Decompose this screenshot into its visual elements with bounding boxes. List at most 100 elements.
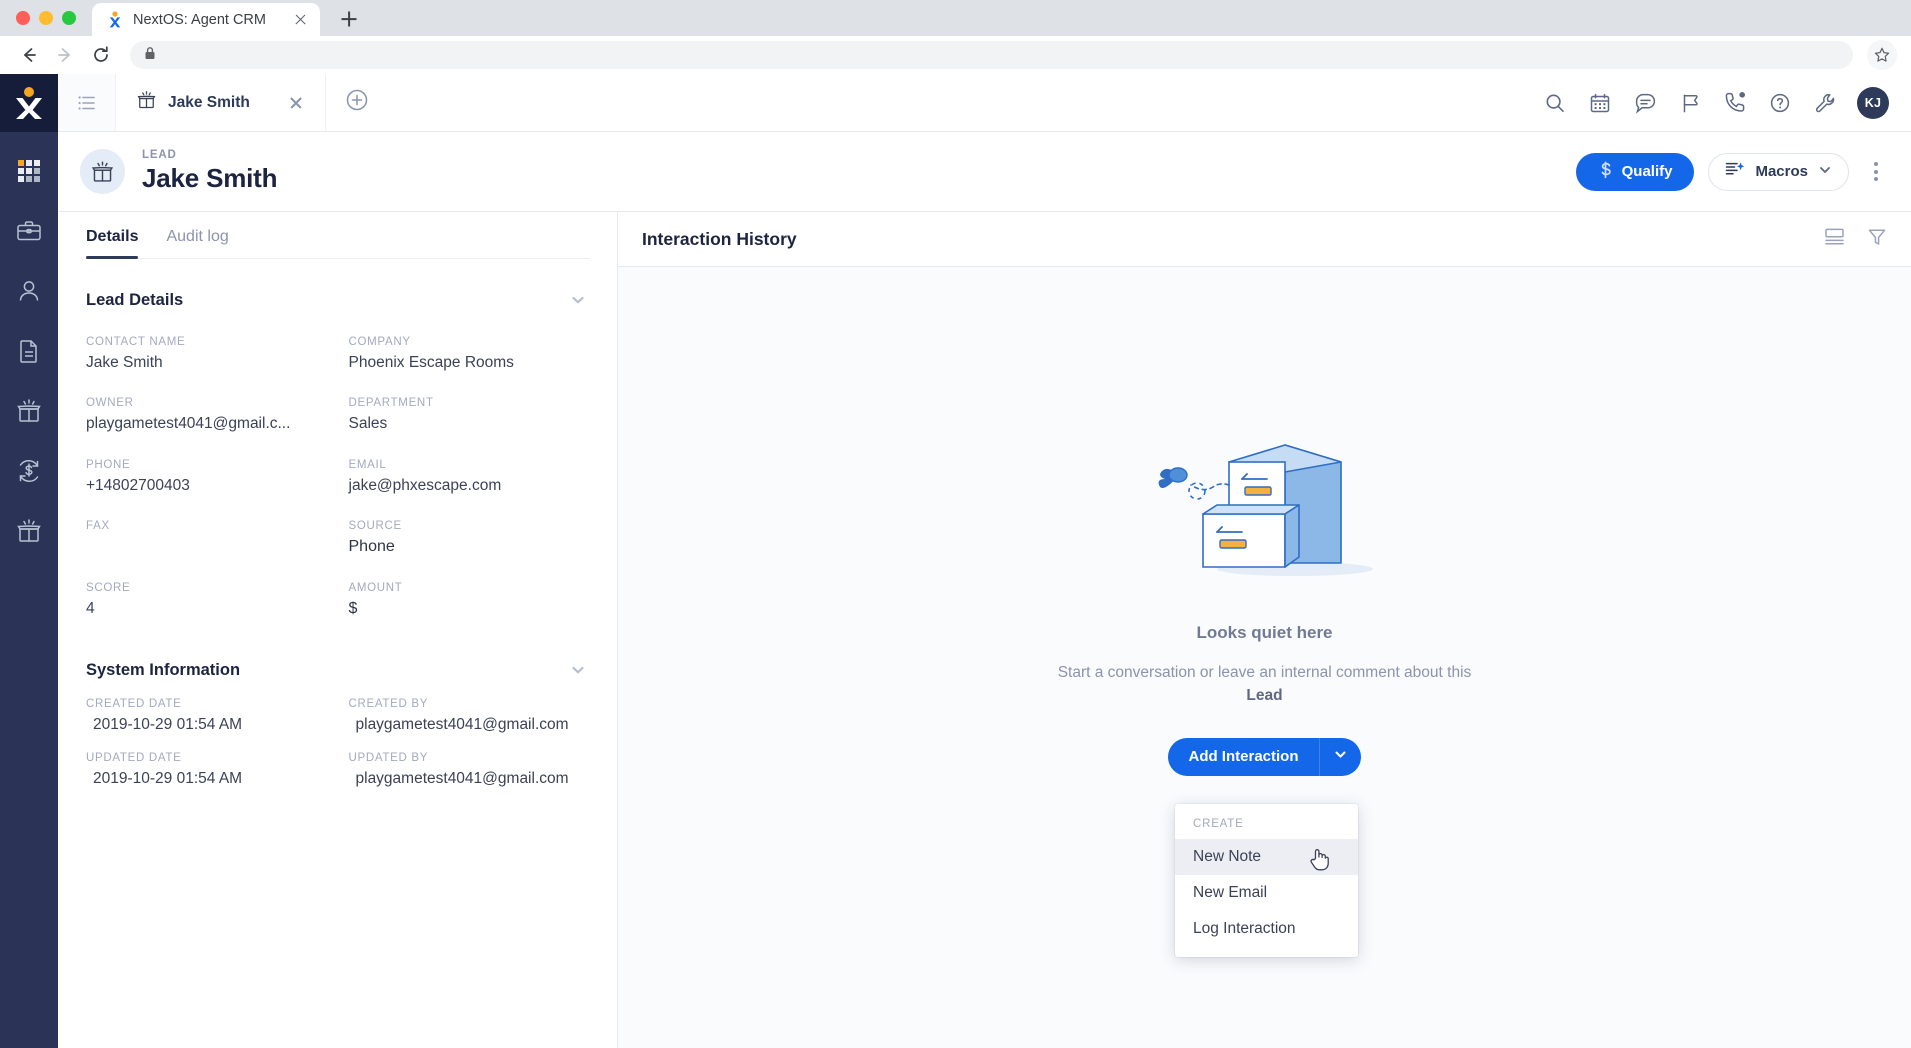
details-panel: Details Audit log Lead Details CONTACT N… <box>58 212 618 1048</box>
lead-details-section-header[interactable]: Lead Details <box>86 259 589 311</box>
close-icon[interactable] <box>287 94 305 112</box>
record-tab-label: Jake Smith <box>168 93 250 111</box>
app-tab-bar: Jake Smith KJ <box>58 74 1911 132</box>
phone-icon[interactable] <box>1722 90 1748 116</box>
field-label: EMAIL <box>348 458 387 471</box>
field-updated-date: UPDATED DATE 2019-10-29 01:54 AM <box>86 735 327 788</box>
interaction-history-title: Interaction History <box>642 228 797 249</box>
address-bar[interactable] <box>130 41 1853 69</box>
chevron-down-icon[interactable] <box>567 659 589 681</box>
arrow-right-icon[interactable] <box>50 40 80 70</box>
maximize-window-button[interactable] <box>62 11 76 25</box>
interaction-history-header: Interaction History <box>618 212 1911 267</box>
list-icon[interactable] <box>58 74 116 131</box>
field-value[interactable]: Sales <box>349 414 590 433</box>
macros-button[interactable]: Macros <box>1708 152 1849 191</box>
crm-app: Jake Smith KJ LEAD Jake Smith Qualify Ma… <box>0 74 1911 1048</box>
field-amount: AMOUNT $ <box>349 557 590 619</box>
apps-grid-icon[interactable] <box>12 154 46 188</box>
calendar-icon[interactable] <box>1587 90 1613 116</box>
system-information-section-header[interactable]: System Information <box>86 619 589 681</box>
search-icon[interactable] <box>1542 90 1568 116</box>
nextos-logo[interactable] <box>0 74 58 132</box>
menu-item-new-email[interactable]: New Email <box>1175 875 1358 911</box>
close-icon[interactable] <box>291 10 310 29</box>
field-department: DEPARTMENT Sales <box>349 372 590 433</box>
arrow-left-icon[interactable] <box>14 40 44 70</box>
field-score: SCORE 4 <box>86 557 327 619</box>
add-interaction-group: Add Interaction <box>1168 737 1361 776</box>
field-owner: OWNER playgametest4041@gmail.c... <box>86 372 327 433</box>
tab-audit-log[interactable]: Audit log <box>166 228 228 258</box>
layout-view-icon[interactable] <box>1824 227 1845 252</box>
minimize-window-button[interactable] <box>39 11 53 25</box>
add-interaction-dropdown-toggle[interactable] <box>1318 737 1361 776</box>
field-label: CONTACT NAME <box>86 336 186 348</box>
page-title: Jake Smith <box>142 163 278 193</box>
new-tab-button[interactable] <box>332 5 366 33</box>
qualify-label: Qualify <box>1621 163 1673 180</box>
file-cabinet-illustration <box>1145 417 1385 587</box>
field-label: COMPANY <box>348 336 411 348</box>
field-label: FAX <box>86 520 110 533</box>
field-contact-name: CONTACT NAME Jake Smith <box>86 311 327 372</box>
reload-icon[interactable] <box>86 40 116 70</box>
document-icon[interactable] <box>12 334 46 368</box>
rail-items <box>0 132 58 548</box>
lead-box-icon[interactable] <box>12 394 46 428</box>
dropdown-section-header: CREATE <box>1193 818 1244 830</box>
field-label: UPDATED BY <box>348 751 429 764</box>
tab-details[interactable]: Details <box>86 228 139 259</box>
record-avatar <box>80 149 125 194</box>
field-label: SCORE <box>86 582 131 595</box>
person-icon[interactable] <box>12 274 46 308</box>
field-value[interactable]: +14802700403 <box>86 476 327 495</box>
header-icon-group: KJ <box>1542 86 1911 119</box>
chevron-down-icon <box>1333 747 1348 767</box>
filter-icon[interactable] <box>1867 227 1887 252</box>
field-value: 2019-10-29 01:54 AM <box>93 716 243 734</box>
menu-item-new-note[interactable]: New Note <box>1175 839 1358 875</box>
browser-tab[interactable]: NextOS: Agent CRM <box>92 3 320 36</box>
flag-icon[interactable] <box>1677 90 1703 116</box>
field-value[interactable]: 4 <box>86 599 327 618</box>
field-label: DEPARTMENT <box>348 397 434 410</box>
avatar[interactable]: KJ <box>1857 86 1889 119</box>
field-fax: FAX <box>86 495 327 557</box>
close-window-button[interactable] <box>16 11 30 25</box>
briefcase-icon[interactable] <box>12 214 46 248</box>
wrench-icon[interactable] <box>1812 90 1838 116</box>
help-icon[interactable] <box>1767 90 1793 116</box>
field-value[interactable]: Phoenix Escape Rooms <box>349 353 590 372</box>
field-value[interactable]: playgametest4041@gmail.c... <box>86 414 327 433</box>
chevron-down-icon[interactable] <box>567 289 589 311</box>
field-label: UPDATED DATE <box>86 751 182 764</box>
menu-item-log-interaction[interactable]: Log Interaction <box>1175 911 1358 947</box>
field-label: CREATED DATE <box>86 698 182 711</box>
field-value[interactable]: Phone <box>349 537 590 557</box>
deal-dollar-icon[interactable] <box>12 454 46 488</box>
lead-details-title: Lead Details <box>86 290 184 309</box>
field-value[interactable]: Jake Smith <box>86 353 327 372</box>
browser-toolbar <box>0 36 1911 74</box>
plus-circle-icon <box>345 88 369 117</box>
record-kind: LEAD <box>142 149 177 161</box>
chat-icon[interactable] <box>1632 90 1658 116</box>
add-tab-button[interactable] <box>326 74 388 131</box>
screen: NextOS: Agent CRM Jake Smith KJ LEAD Jak… <box>0 0 1911 1048</box>
field-updated-by: UPDATED BY playgametest4041@gmail.com <box>349 735 590 788</box>
pointing-hand-cursor <box>1308 846 1330 877</box>
star-icon[interactable] <box>1867 40 1897 70</box>
field-source: SOURCE Phone <box>349 495 590 557</box>
window-controls <box>0 11 76 36</box>
record-tab[interactable]: Jake Smith <box>116 74 326 131</box>
more-vertical-icon[interactable] <box>1863 155 1889 189</box>
qualify-button[interactable]: Qualify <box>1575 152 1695 191</box>
field-value[interactable]: jake@phxescape.com <box>349 476 590 495</box>
add-interaction-button[interactable]: Add Interaction <box>1168 737 1319 776</box>
field-label: AMOUNT <box>348 582 403 595</box>
field-value: 2019-10-29 01:54 AM <box>93 769 243 787</box>
field-value[interactable]: $ <box>349 599 590 619</box>
open-box-icon[interactable] <box>12 514 46 548</box>
field-value[interactable] <box>86 537 327 556</box>
